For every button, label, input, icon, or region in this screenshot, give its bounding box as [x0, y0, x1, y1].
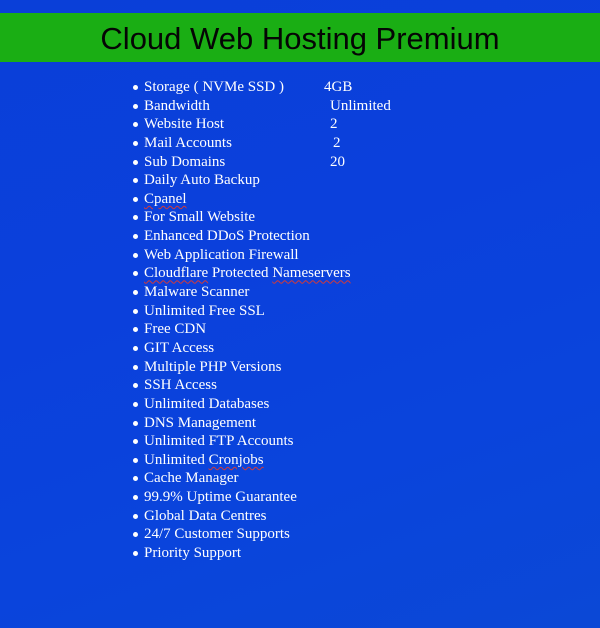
spec-value: 2 — [333, 134, 341, 151]
spellcheck-flagged-word: Cronjobs — [208, 451, 264, 468]
bullet-icon — [133, 271, 138, 277]
feature-label: Malware Scanner — [144, 284, 250, 301]
feature-label: Free CDN — [144, 321, 207, 338]
feature-label: Cache Manager — [144, 470, 239, 487]
feature-label: Unlimited Databases — [144, 395, 270, 412]
bullet-icon — [133, 383, 138, 389]
feature-label: SSH Access — [144, 377, 217, 394]
bullet-icon — [133, 532, 138, 538]
spec-value: 20 — [330, 153, 345, 170]
feature-label: For Small Website — [144, 209, 256, 226]
feature-label: Cloudflare Protected Nameservers — [144, 264, 351, 283]
bullet-icon — [133, 215, 138, 221]
feature-label: Priority Support — [144, 545, 242, 562]
bullet-icon — [133, 252, 138, 258]
spec-label: Bandwidth — [144, 97, 210, 114]
bullet-icon — [133, 196, 138, 202]
spec-label: Sub Domains — [144, 153, 226, 170]
spellcheck-flagged-word: Cpanel — [144, 190, 187, 207]
spec-label: Mail Accounts — [144, 134, 232, 151]
bullet-icon — [133, 103, 138, 109]
spec-label: Storage ( NVMe SSD ) — [144, 79, 284, 95]
feature-label: Unlimited Free SSL — [144, 302, 265, 319]
bullet-icon — [133, 308, 138, 314]
bullet-icon — [133, 159, 138, 165]
bullet-icon — [133, 495, 138, 501]
feature-label: Global Data Centres — [144, 507, 267, 524]
feature-label: 99.9% Uptime Guarantee — [144, 489, 297, 506]
bullet-icon — [133, 290, 138, 296]
spec-value: Unlimited — [330, 97, 391, 114]
spec-value: 2 — [330, 116, 338, 133]
bullet-icon — [133, 551, 138, 557]
bullet-icon — [133, 457, 138, 463]
bullet-icon — [133, 420, 138, 426]
feature-label: 24/7 Customer Supports — [144, 526, 290, 543]
bullet-icon — [133, 401, 138, 407]
feature-text-segment: Protected — [208, 265, 273, 282]
feature-label: GIT Access — [144, 339, 215, 356]
spellcheck-flagged-word: Cloudflare — [144, 265, 209, 282]
feature-label: Multiple PHP Versions — [144, 358, 282, 375]
feature-label: Unlimited FTP Accounts — [144, 433, 294, 450]
bullet-icon — [133, 85, 138, 90]
bullet-icon — [133, 364, 138, 370]
bullet-icon — [133, 327, 138, 333]
spec-label: Website Host — [144, 116, 225, 133]
feature-label: DNS Management — [144, 414, 257, 431]
feature-label: Cpanel — [144, 190, 187, 209]
bullet-icon — [133, 140, 138, 146]
bullet-icon — [133, 439, 138, 445]
spec-value: 4GB — [324, 79, 353, 95]
bullet-icon — [133, 513, 138, 519]
feature-label: Daily Auto Backup — [144, 172, 260, 189]
feature-label: Web Application Firewall — [144, 246, 299, 263]
bullet-icon — [133, 178, 138, 184]
bullet-icon — [133, 234, 138, 240]
feature-text-segment: Unlimited — [144, 451, 209, 468]
title-banner: Cloud Web Hosting Premium — [0, 13, 600, 62]
bullet-icon — [133, 345, 138, 351]
bullet-icon — [133, 476, 138, 482]
page-title: Cloud Web Hosting Premium — [100, 20, 500, 56]
bullet-icon — [133, 122, 138, 128]
feature-label: Enhanced DDoS Protection — [144, 228, 310, 245]
feature-label: Unlimited Cronjobs — [144, 451, 264, 470]
spellcheck-flagged-word: Nameservers — [272, 265, 351, 282]
